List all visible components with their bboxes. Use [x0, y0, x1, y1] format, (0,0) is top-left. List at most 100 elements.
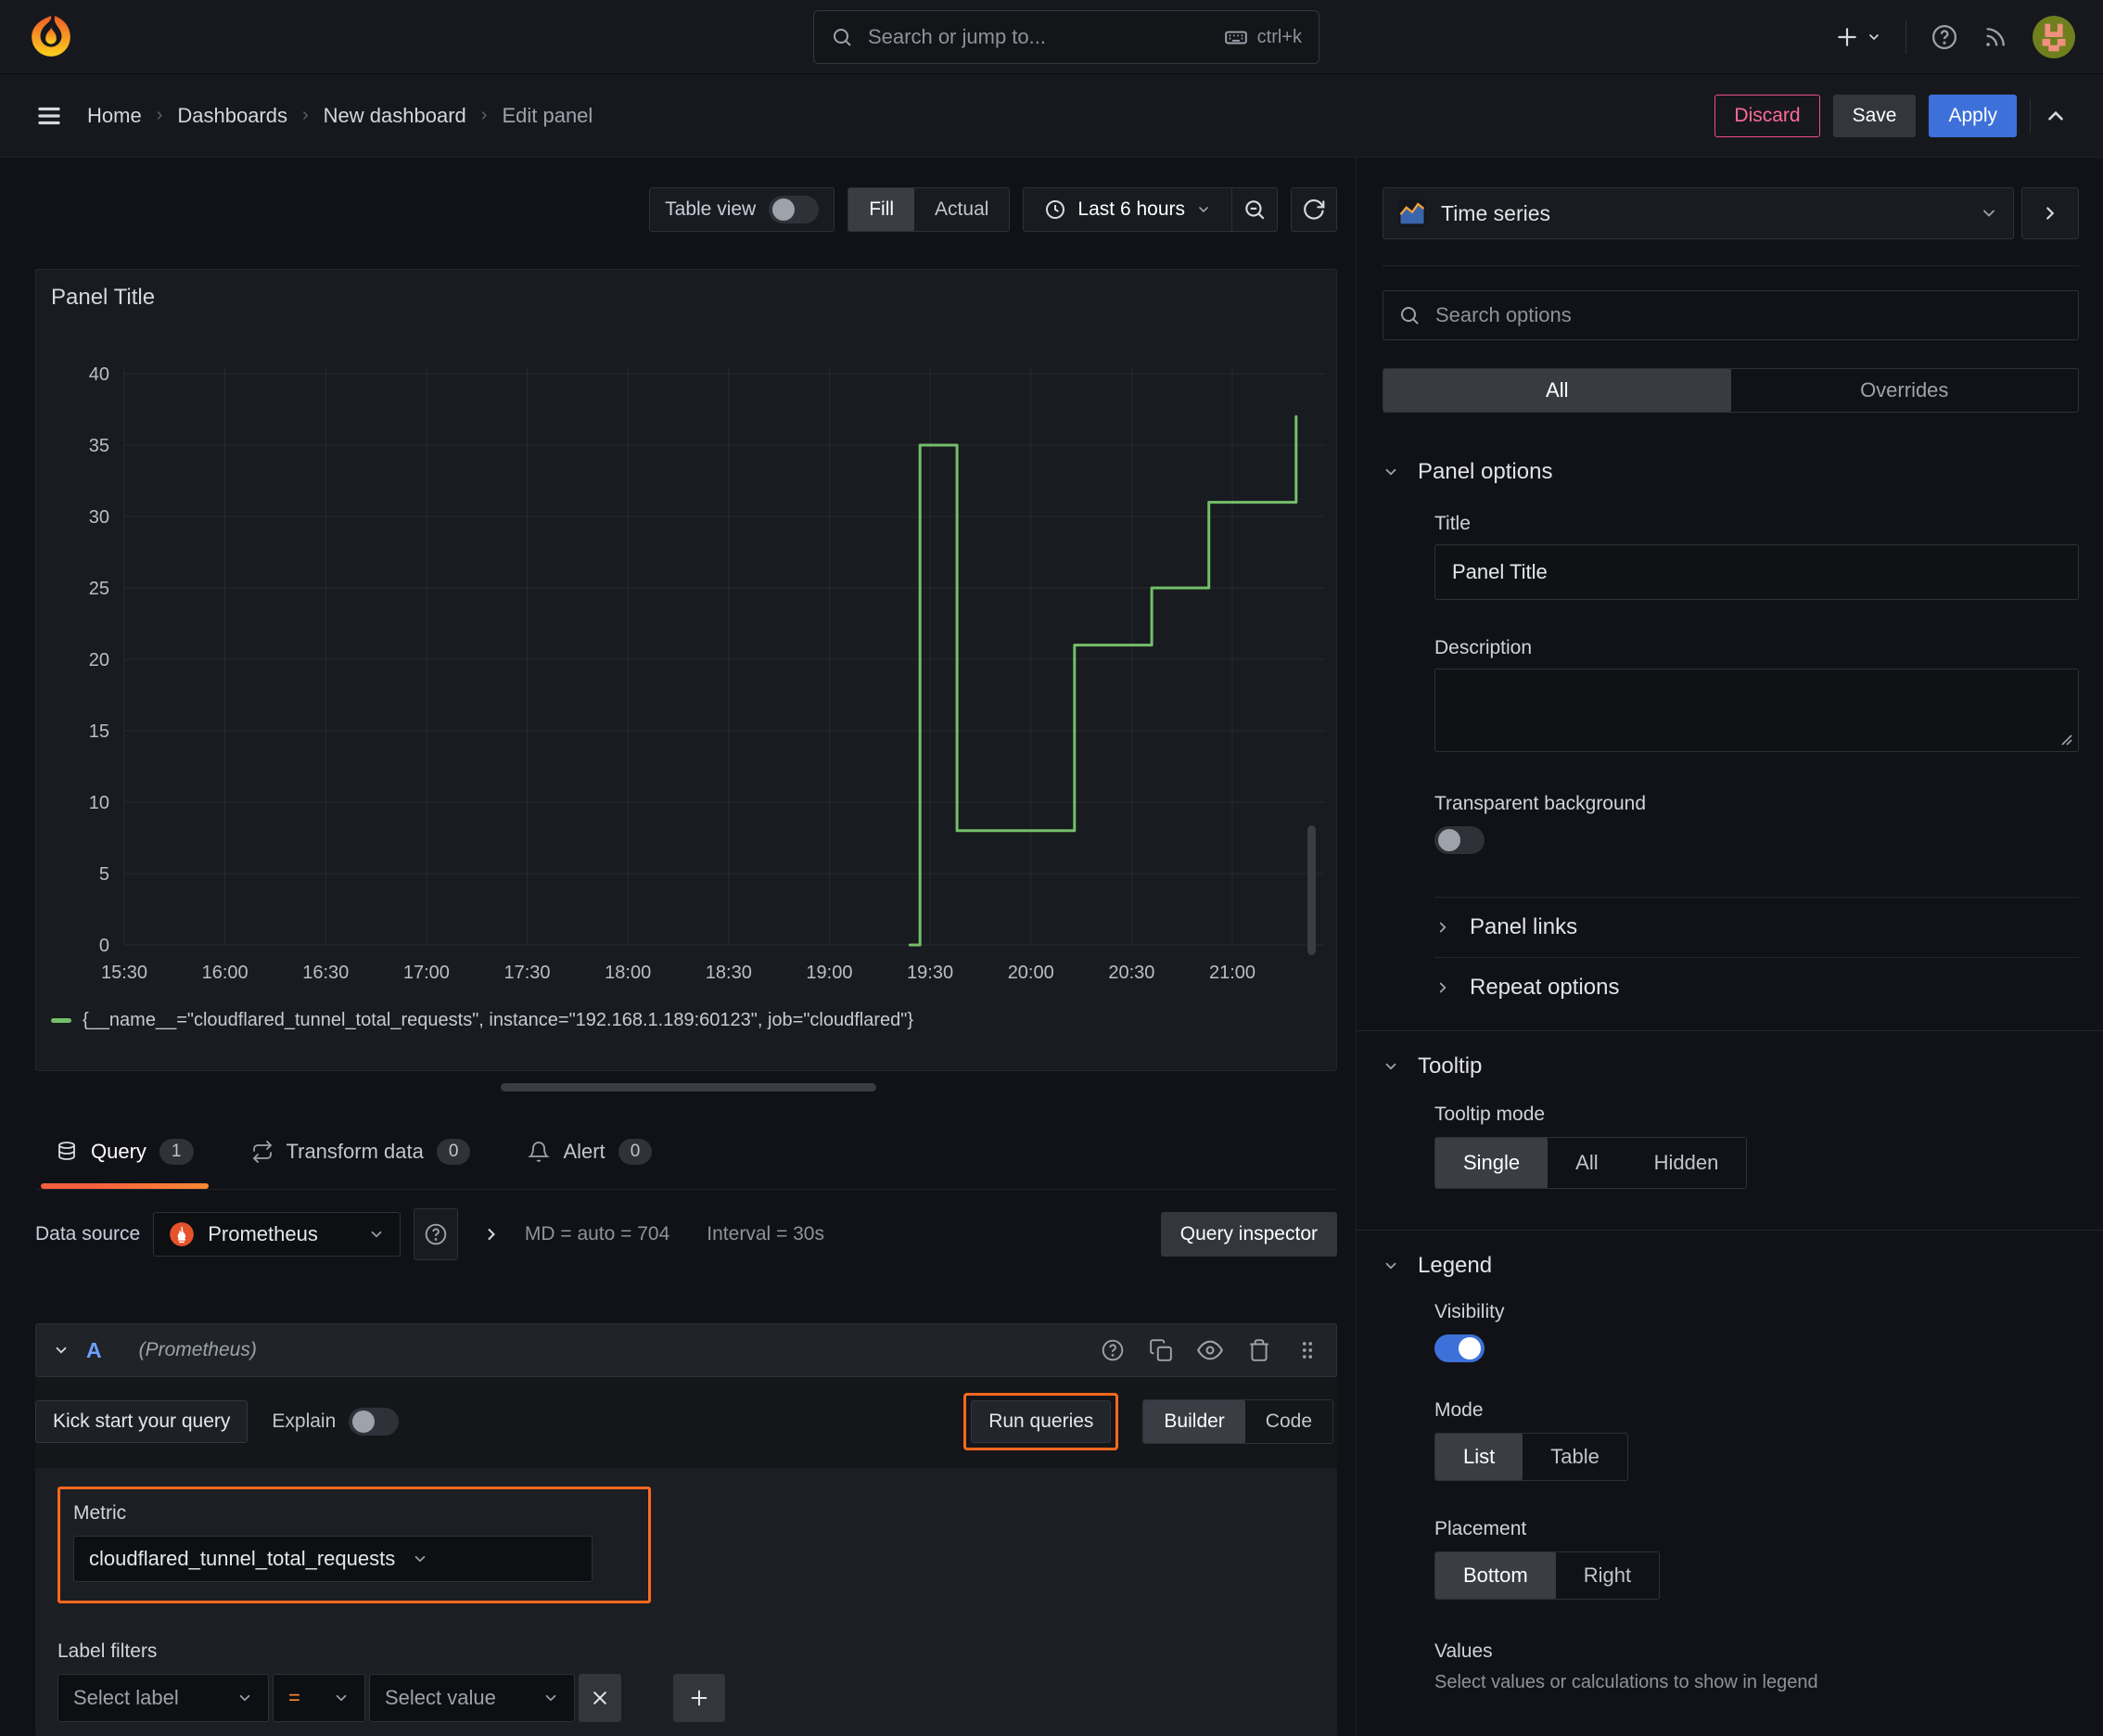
resize-handle-icon[interactable]	[2059, 733, 2074, 747]
tab-alert-label: Alert	[563, 1139, 605, 1163]
tab-all-options[interactable]: All	[1383, 369, 1731, 412]
panel-options-section-header[interactable]: Panel options	[1383, 459, 2079, 485]
help-icon[interactable]	[1931, 23, 1958, 51]
time-range-picker[interactable]: Last 6 hours	[1024, 188, 1231, 231]
repeat-options-section-header[interactable]: Repeat options	[1434, 958, 2079, 1017]
question-circle-icon[interactable]	[1101, 1338, 1125, 1362]
duplicate-query-icon[interactable]	[1149, 1338, 1173, 1362]
legend-visibility-label: Visibility	[1434, 1301, 1505, 1322]
apply-button[interactable]: Apply	[1929, 94, 2017, 137]
time-range-label: Last 6 hours	[1077, 198, 1185, 220]
fill-option[interactable]: Fill	[848, 188, 915, 231]
remove-filter-button[interactable]	[579, 1674, 621, 1722]
chevron-right-icon	[2046, 207, 2055, 220]
bell-icon	[528, 1141, 551, 1162]
collapse-header-icon[interactable]	[2044, 104, 2068, 128]
news-rss-icon[interactable]	[1982, 24, 2008, 50]
query-toolbar: Kick start your query Explain Run querie…	[35, 1393, 1337, 1450]
explain-toggle[interactable]	[349, 1408, 400, 1436]
operator-dropdown[interactable]: =	[273, 1674, 365, 1722]
datasource-help-button[interactable]	[413, 1208, 458, 1260]
options-search[interactable]	[1383, 290, 2079, 340]
mega-menu-icon[interactable]	[35, 102, 63, 130]
code-option[interactable]: Code	[1245, 1400, 1332, 1443]
panel-title-input[interactable]	[1434, 544, 2079, 600]
legend-values-label: Values	[1434, 1640, 1493, 1662]
breadcrumb-home[interactable]: Home	[87, 104, 142, 128]
plus-icon	[691, 1690, 707, 1706]
chart-legend-item[interactable]: {__name__="cloudflared_tunnel_total_requ…	[51, 1010, 913, 1031]
add-menu-button[interactable]	[1835, 25, 1881, 49]
table-view-toggle[interactable]	[769, 196, 820, 223]
metric-select[interactable]: cloudflared_tunnel_total_requests	[73, 1536, 593, 1582]
label-filters-label: Label filters	[57, 1640, 158, 1662]
metric-value: cloudflared_tunnel_total_requests	[89, 1547, 396, 1570]
prometheus-icon	[170, 1222, 195, 1246]
visualization-picker[interactable]: Time series	[1383, 187, 2014, 239]
close-icon	[593, 1691, 606, 1704]
breadcrumb-dashboards[interactable]: Dashboards	[177, 104, 287, 128]
add-filter-button[interactable]	[673, 1674, 725, 1722]
refresh-button[interactable]	[1292, 188, 1336, 231]
select-value-placeholder: Select value	[385, 1686, 496, 1709]
panel-links-section-header[interactable]: Panel links	[1434, 898, 2079, 957]
panel-description-textarea[interactable]	[1435, 670, 2078, 751]
builder-option[interactable]: Builder	[1143, 1400, 1245, 1443]
transparent-background-toggle[interactable]	[1434, 826, 1485, 854]
tab-overrides[interactable]: Overrides	[1731, 369, 2079, 412]
legend-section-header[interactable]: Legend	[1383, 1253, 2079, 1279]
legend-bottom-option[interactable]: Bottom	[1435, 1552, 1556, 1599]
title-field-label: Title	[1434, 513, 1471, 534]
legend-right-option[interactable]: Right	[1556, 1552, 1659, 1599]
legend-placement-label: Placement	[1434, 1518, 1527, 1539]
tooltip-hidden-option[interactable]: Hidden	[1626, 1138, 1747, 1188]
actual-option[interactable]: Actual	[914, 188, 1009, 231]
query-row-header[interactable]: A (Prometheus)	[35, 1323, 1337, 1377]
svg-text:16:00: 16:00	[202, 963, 249, 983]
datasource-picker[interactable]: Prometheus	[153, 1212, 401, 1257]
kick-start-query-button[interactable]: Kick start your query	[35, 1400, 249, 1443]
divider	[2030, 98, 2031, 133]
discard-button[interactable]: Discard	[1714, 94, 1820, 137]
tab-alert[interactable]: Alert 0	[511, 1114, 669, 1189]
run-queries-button[interactable]: Run queries	[971, 1400, 1112, 1443]
drag-handle-icon[interactable]	[1295, 1338, 1319, 1362]
vertical-scrollbar-thumb[interactable]	[1307, 825, 1316, 955]
legend-visibility-toggle[interactable]	[1434, 1334, 1485, 1362]
metric-label: Metric	[73, 1502, 127, 1524]
breadcrumb-new-dashboard[interactable]: New dashboard	[324, 104, 466, 128]
tooltip-single-option[interactable]: Single	[1435, 1138, 1549, 1188]
options-search-input[interactable]	[1434, 302, 2063, 328]
collapse-options-pane-button[interactable]	[2021, 187, 2079, 239]
chevron-down-icon	[545, 1694, 556, 1702]
timeseries-chart[interactable]: 15:30 16:00 16:30 17:00 17:30 18:00 18:30 19:00…	[36, 270, 1338, 1070]
zoom-out-time-button[interactable]	[1232, 188, 1277, 231]
top-nav-bar: ctrl+k	[0, 0, 2103, 74]
global-search-input[interactable]	[866, 24, 1211, 50]
tooltip-all-option[interactable]: All	[1548, 1138, 1625, 1188]
legend-list-option[interactable]: List	[1435, 1434, 1523, 1480]
tooltip-section-header[interactable]: Tooltip	[1383, 1053, 2079, 1079]
chevron-down-icon	[1869, 33, 1879, 40]
save-button[interactable]: Save	[1832, 94, 1917, 137]
search-shortcut: ctrl+k	[1224, 25, 1302, 49]
grafana-logo[interactable]	[28, 14, 74, 60]
legend-table-option[interactable]: Table	[1523, 1434, 1627, 1480]
delete-query-icon[interactable]	[1247, 1338, 1271, 1362]
expand-query-options-icon[interactable]	[482, 1225, 501, 1244]
chevron-down-icon	[239, 1694, 250, 1702]
panel-options-pane: Time series All Overrides	[1356, 158, 2103, 1736]
toggle-visibility-icon[interactable]	[1197, 1337, 1223, 1363]
query-inspector-button[interactable]: Query inspector	[1160, 1212, 1337, 1257]
user-avatar[interactable]	[2033, 15, 2075, 58]
search-icon	[831, 26, 853, 48]
time-range-control: Last 6 hours	[1023, 187, 1278, 232]
chevron-down-icon	[1385, 1063, 1396, 1070]
tab-transform-data[interactable]: Transform data 0	[235, 1114, 488, 1189]
horizontal-scrollbar-thumb[interactable]	[501, 1083, 876, 1091]
tab-query[interactable]: Query 1	[39, 1114, 210, 1189]
select-label-dropdown[interactable]: Select label	[57, 1674, 269, 1722]
global-search[interactable]: ctrl+k	[813, 10, 1319, 64]
select-value-dropdown[interactable]: Select value	[369, 1674, 575, 1722]
question-circle-icon	[425, 1223, 447, 1245]
